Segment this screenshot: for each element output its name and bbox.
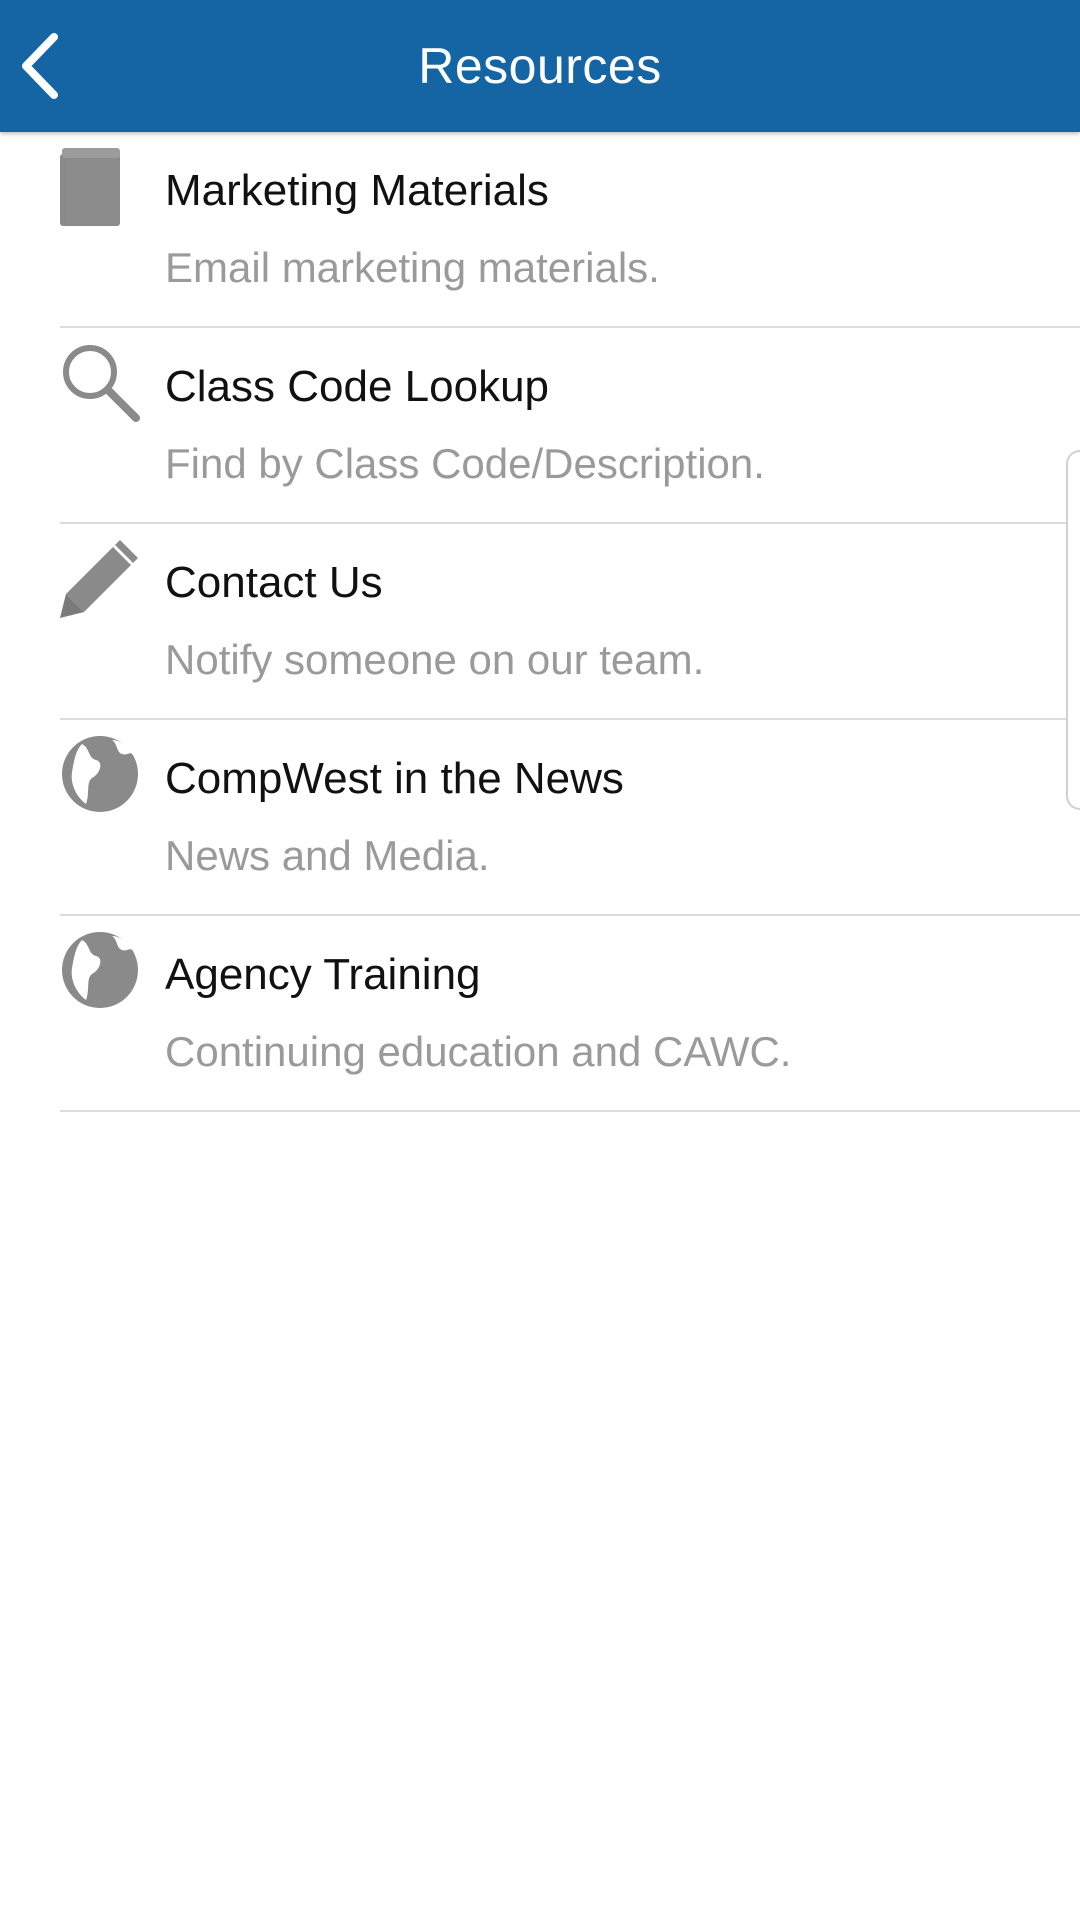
item-title: Agency Training <box>165 950 481 999</box>
page-title: Resources <box>418 38 662 94</box>
list-item-contact-us[interactable]: Contact Us Notify someone on our team. <box>0 524 1080 720</box>
item-subtitle: Email marketing materials. <box>165 244 660 291</box>
app-header: Resources <box>0 0 1080 132</box>
list-item-class-code-lookup[interactable]: Class Code Lookup Find by Class Code/Des… <box>0 328 1080 524</box>
item-subtitle: Notify someone on our team. <box>165 636 705 683</box>
item-title: CompWest in the News <box>165 754 624 803</box>
list-item-compwest-news[interactable]: CompWest in the News News and Media. <box>0 720 1080 916</box>
list-item-agency-training[interactable]: Agency Training Continuing education and… <box>0 916 1080 1112</box>
item-subtitle: Find by Class Code/Description. <box>165 440 765 487</box>
resources-list: Marketing Materials Email marketing mate… <box>0 132 1080 1112</box>
pencil-icon <box>60 538 140 618</box>
list-item-marketing-materials[interactable]: Marketing Materials Email marketing mate… <box>0 132 1080 328</box>
item-title: Class Code Lookup <box>165 362 550 411</box>
book-icon <box>60 146 140 226</box>
scroll-indicator[interactable] <box>1066 450 1080 810</box>
resources-screen: Resources Marketing Materials Email mark… <box>0 0 1080 1920</box>
divider <box>60 1110 1080 1112</box>
item-subtitle: News and Media. <box>165 832 490 879</box>
globe-icon <box>60 734 140 814</box>
item-subtitle: Continuing education and CAWC. <box>165 1028 792 1075</box>
search-icon <box>60 342 140 422</box>
globe-icon <box>60 930 140 1010</box>
item-title: Marketing Materials <box>165 166 549 215</box>
item-title: Contact Us <box>165 558 383 607</box>
